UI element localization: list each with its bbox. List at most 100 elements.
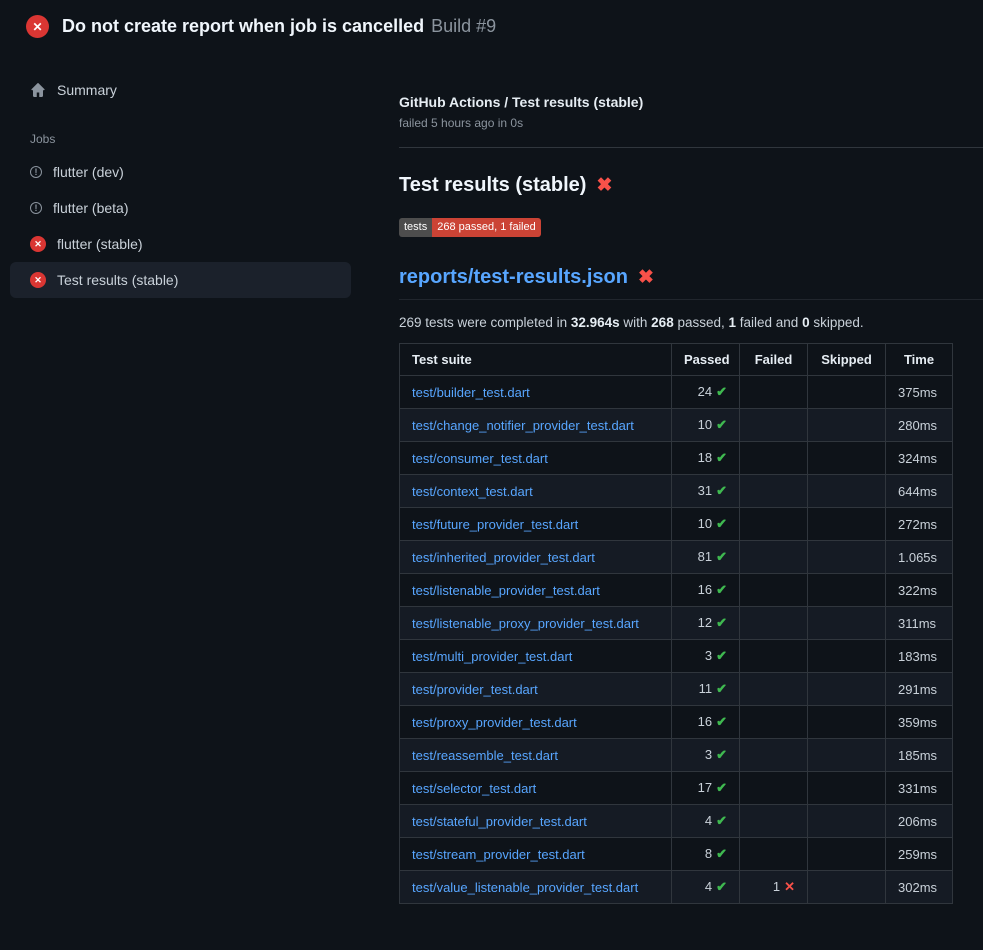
passed-cell: 11✔ [672, 673, 740, 706]
table-row: test/builder_test.dart24✔375ms [400, 376, 953, 409]
summary-duration: 32.964s [571, 315, 620, 330]
sidebar-item-flutter-dev[interactable]: !flutter (dev) [10, 154, 351, 190]
test-suite-link[interactable]: test/listenable_provider_test.dart [412, 583, 600, 598]
passed-cell: 31✔ [672, 475, 740, 508]
passed-count: 16 [698, 582, 712, 597]
test-suite-cell: test/listenable_provider_test.dart [400, 574, 672, 607]
skipped-cell [808, 376, 886, 409]
passed-cell: 10✔ [672, 409, 740, 442]
column-header-passed: Passed [672, 344, 740, 376]
failed-cell [740, 673, 808, 706]
table-row: test/stateful_provider_test.dart4✔206ms [400, 805, 953, 838]
breadcrumb: GitHub Actions / Test results (stable) [399, 94, 983, 110]
passed-count: 17 [698, 780, 712, 795]
skipped-cell [808, 442, 886, 475]
table-row: test/context_test.dart 31✔ 644ms [400, 475, 953, 508]
passed-count: 81 [698, 549, 712, 564]
test-suite-link[interactable]: test/multi_provider_test.dart [412, 649, 572, 664]
run-title-text: Do not create report when job is cancell… [62, 16, 424, 36]
test-suite-link[interactable]: test/value_listenable_provider_test.dart [412, 880, 638, 895]
passed-cell: 3✔ [672, 739, 740, 772]
check-title: Test results (stable) ✖ [399, 174, 983, 197]
column-header-failed: Failed [740, 344, 808, 376]
failed-count: 1 [773, 879, 780, 894]
test-suite-link[interactable]: test/stateful_provider_test.dart [412, 814, 587, 829]
test-suite-link[interactable]: test/provider_test.dart [412, 682, 538, 697]
test-suite-link[interactable]: test/change_notifier_provider_test.dart [412, 418, 634, 433]
results-table: Test suitePassedFailedSkippedTime test/b… [399, 343, 953, 904]
test-suite-cell: test/proxy_provider_test.dart [400, 706, 672, 739]
time-cell: 259ms [886, 838, 953, 871]
job-label: flutter (beta) [53, 200, 128, 216]
x-circle-icon: ✕ [26, 15, 49, 38]
test-suite-cell: test/future_provider_test.dart [400, 508, 672, 541]
test-suite-link[interactable]: test/builder_test.dart [412, 385, 530, 400]
cancelled-circle-icon: ! [30, 202, 42, 214]
test-suite-link[interactable]: test/context_test.dart [412, 484, 533, 499]
time-cell: 185ms [886, 739, 953, 772]
time-cell: 311ms [886, 607, 953, 640]
summary-text: 269 tests were completed in [399, 315, 571, 330]
skipped-cell [808, 475, 886, 508]
summary-text: with [620, 315, 652, 330]
check-icon: ✔ [716, 846, 727, 861]
sidebar-item-flutter-stable[interactable]: ✕flutter (stable) [10, 226, 351, 262]
table-row: test/future_provider_test.dart10✔272ms [400, 508, 953, 541]
time-cell: 183ms [886, 640, 953, 673]
report-link[interactable]: reports/test-results.json [399, 266, 628, 289]
failed-cell [740, 607, 808, 640]
check-icon: ✔ [716, 582, 727, 597]
skipped-cell [808, 838, 886, 871]
x-circle-icon: ✕ [30, 236, 46, 252]
time-cell: 331ms [886, 772, 953, 805]
failed-cell [740, 739, 808, 772]
test-suite-link[interactable]: test/future_provider_test.dart [412, 517, 578, 532]
check-icon: ✔ [716, 714, 727, 729]
test-suite-link[interactable]: test/consumer_test.dart [412, 451, 548, 466]
test-suite-link[interactable]: test/inherited_provider_test.dart [412, 550, 595, 565]
passed-cell: 16 ✔ [672, 574, 740, 607]
test-suite-link[interactable]: test/listenable_proxy_provider_test.dart [412, 616, 639, 631]
failed-cell [740, 640, 808, 673]
sidebar-item-summary[interactable]: Summary [10, 72, 351, 108]
summary-text: failed and [736, 315, 802, 330]
test-suite-cell: test/stream_provider_test.dart [400, 838, 672, 871]
skipped-cell [808, 871, 886, 904]
passed-count: 12 [698, 615, 712, 630]
summary-failed-count: 1 [729, 315, 737, 330]
failed-cell [740, 475, 808, 508]
report-title: reports/test-results.json ✖ [399, 266, 983, 300]
check-icon: ✔ [716, 780, 727, 795]
test-suite-link[interactable]: test/proxy_provider_test.dart [412, 715, 577, 730]
failed-cell [740, 706, 808, 739]
test-suite-link[interactable]: test/reassemble_test.dart [412, 748, 558, 763]
skipped-cell [808, 640, 886, 673]
check-icon: ✔ [716, 681, 727, 696]
sidebar-item-flutter-beta[interactable]: ! flutter (beta) [10, 190, 351, 226]
sidebar-item-test-results-stable[interactable]: ✕ Test results (stable) [10, 262, 351, 298]
check-icon: ✔ [716, 879, 727, 894]
tests-badge: tests 268 passed, 1 failed [399, 218, 541, 237]
summary-passed-count: 268 [651, 315, 674, 330]
passed-count: 11 [699, 681, 713, 696]
results-table-head-row: Test suitePassedFailedSkippedTime [400, 344, 953, 376]
passed-cell: 3✔ [672, 640, 740, 673]
skipped-cell [808, 706, 886, 739]
results-table-body: test/builder_test.dart24✔375mstest/chang… [400, 376, 953, 904]
skipped-cell [808, 574, 886, 607]
x-circle-icon: ✕ [30, 272, 46, 288]
summary-text: skipped. [810, 315, 864, 330]
passed-cell: 16✔ [672, 706, 740, 739]
table-row: test/change_notifier_provider_test.dart 1… [400, 409, 953, 442]
failed-x-icon: ✖ [638, 268, 654, 287]
check-icon: ✔ [716, 483, 727, 498]
badge-label: tests [399, 218, 432, 237]
home-icon [30, 82, 46, 98]
test-suite-link[interactable]: test/stream_provider_test.dart [412, 847, 585, 862]
job-label: Test results (stable) [57, 272, 178, 288]
passed-count: 10 [698, 417, 712, 432]
test-suite-link[interactable]: test/selector_test.dart [412, 781, 536, 796]
time-cell: 644ms [886, 475, 953, 508]
failed-cell [740, 508, 808, 541]
check-icon: ✔ [716, 516, 727, 531]
